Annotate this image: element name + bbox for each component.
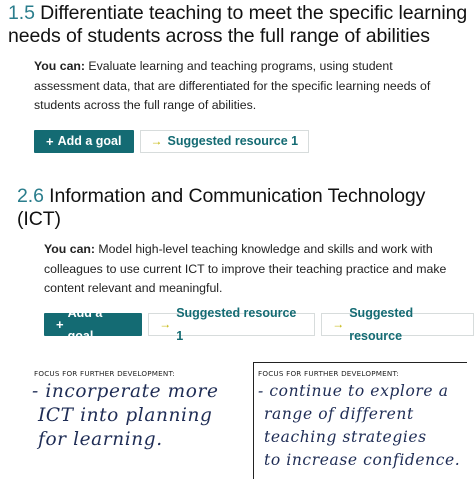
resource-label: Suggested resource — [349, 305, 414, 343]
resource-label: Suggested resource 1 — [167, 134, 299, 148]
standard-1-5: 1.5 Differentiate teaching to meet the s… — [8, 2, 470, 48]
standard-title: Differentiate teaching to meet the speci… — [40, 2, 468, 24]
plus-icon: + — [46, 134, 54, 149]
arrow-right-icon: → — [332, 317, 345, 331]
add-goal-label: Add a goal — [67, 305, 103, 343]
you-can-label: You can: — [34, 59, 86, 73]
suggested-resource-1-button[interactable]: → Suggested resource 1 — [139, 130, 310, 153]
standard-title-cont: (ICT) — [17, 208, 61, 230]
desc-text: students across the full range of abilit… — [34, 98, 257, 112]
add-goal-label: Add a goal — [57, 134, 122, 148]
notes-divider — [253, 362, 254, 479]
handwritten-note: - continue to explore a range of differe… — [258, 380, 470, 472]
note-line: to increase confidence. — [264, 451, 461, 469]
resource-label: Suggested resource 1 — [176, 305, 297, 343]
note-line: range of different — [264, 405, 414, 423]
standard-2-6-description: You can: Model high-level teaching knowl… — [44, 240, 472, 299]
desc-text: colleagues to use current ICT to improve… — [44, 261, 447, 276]
desc-text: Evaluate learning and teaching programs,… — [85, 59, 393, 73]
focus-note-right: FOCUS FOR FURTHER DEVELOPMENT: - continu… — [258, 369, 470, 472]
plus-icon: + — [56, 317, 64, 332]
standard-1-5-description: You can: Evaluate learning and teaching … — [34, 57, 466, 116]
arrow-right-icon: → — [159, 317, 172, 331]
standard-number: 1.5 — [8, 2, 35, 24]
focus-note-left: FOCUS FOR FURTHER DEVELOPMENT: - incorpe… — [32, 369, 248, 452]
note-line: ICT into planning — [38, 405, 213, 426]
standard-2-6-heading: 2.6 Information and Communication Techno… — [17, 185, 467, 231]
focus-label: FOCUS FOR FURTHER DEVELOPMENT: — [258, 369, 399, 378]
add-goal-button[interactable]: + Add a goal — [34, 130, 134, 153]
standard-number: 2.6 — [17, 185, 44, 207]
desc-text: content relevant and meaningful. — [44, 281, 223, 295]
note-line: for learning. — [38, 429, 163, 450]
you-can-label: You can: — [44, 242, 96, 256]
note-line: - continue to explore a — [258, 382, 449, 400]
standard-1-5-heading: 1.5 Differentiate teaching to meet the s… — [8, 2, 470, 48]
focus-label: FOCUS FOR FURTHER DEVELOPMENT: — [34, 369, 175, 378]
suggested-resource-button[interactable]: → Suggested resource — [321, 306, 474, 343]
standard-title-cont: needs of students across the full range … — [8, 25, 430, 47]
standard-1-5-actions: + Add a goal → Suggested resource 1 — [34, 130, 310, 153]
add-goal-button[interactable]: + Add a goal — [44, 306, 143, 343]
note-line: teaching strategies — [264, 428, 427, 446]
desc-text: Model high-level teaching knowledge and … — [95, 242, 433, 256]
arrow-right-icon: → — [150, 134, 163, 148]
standard-2-6: 2.6 Information and Communication Techno… — [17, 185, 467, 231]
note-line: - incorperate more — [32, 381, 219, 402]
standard-2-6-actions: + Add a goal → Suggested resource 1 → Su… — [44, 306, 474, 343]
desc-text: assessment data, that are differentiated… — [34, 78, 431, 93]
suggested-resource-1-button[interactable]: → Suggested resource 1 — [148, 306, 316, 343]
handwritten-note: - incorperate more ICT into planning for… — [32, 380, 248, 452]
standard-title: Information and Communication Technology — [49, 185, 426, 207]
notes-top-border — [253, 362, 467, 363]
